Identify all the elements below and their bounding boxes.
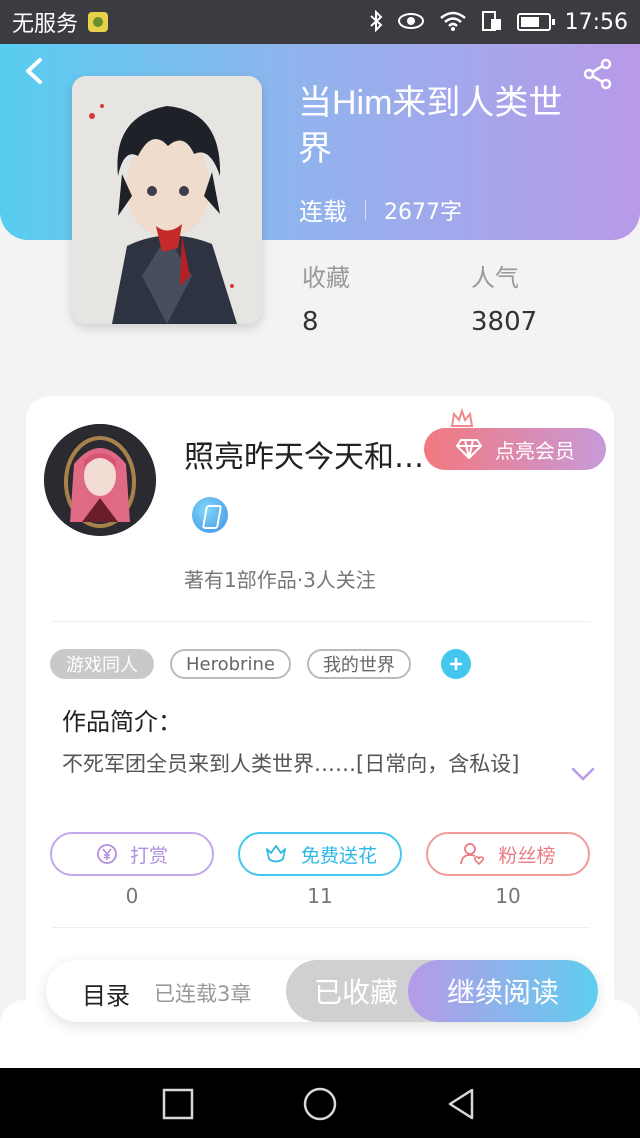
- flower-icon: [266, 845, 286, 863]
- back-button[interactable]: [22, 56, 52, 88]
- book-cover-image[interactable]: [72, 76, 262, 324]
- popularity-label: 人气: [471, 264, 519, 292]
- intro-text[interactable]: 不死军团全员来到人类世界……[日常向，含私设]: [62, 750, 540, 778]
- carrier-text: 无服务: [12, 12, 79, 37]
- reward-count: 0: [125, 884, 139, 908]
- fans-icon: [460, 843, 485, 866]
- vip-member-button[interactable]: 点亮会员: [424, 428, 606, 470]
- bottom-action-bar: 目录 已连载3章 已收藏 继续阅读: [46, 960, 598, 1022]
- toc-button[interactable]: 目录: [82, 976, 130, 1011]
- meta-divider: [365, 199, 366, 220]
- home-icon[interactable]: [302, 1086, 338, 1122]
- add-tag-button[interactable]: [440, 649, 471, 679]
- fans-count: 10: [495, 884, 521, 908]
- book-title: 当Him来到人类世界: [298, 84, 563, 168]
- status-bar: 无服务 17:56: [0, 0, 640, 44]
- favorites-value: 8: [302, 307, 319, 337]
- fans-ranking-button[interactable]: 粉丝榜: [426, 832, 590, 876]
- bluetooth-icon: [369, 9, 383, 35]
- tag-item[interactable]: 游戏同人: [50, 649, 154, 679]
- collected-label: 已收藏: [313, 976, 398, 1009]
- divider: [52, 621, 590, 622]
- send-flower-button[interactable]: 免费送花: [238, 832, 402, 876]
- intro-title: 作品简介：: [62, 708, 182, 736]
- recent-apps-icon[interactable]: [160, 1086, 196, 1122]
- book-meta: 连载 2677字: [299, 192, 462, 227]
- tag-item[interactable]: Herobrine: [170, 649, 291, 679]
- data-icon: [481, 10, 503, 35]
- continue-reading-label: 继续阅读: [446, 976, 559, 1009]
- navigation-bar: [0, 1068, 640, 1138]
- divider: [52, 927, 590, 928]
- author-avatar[interactable]: [44, 424, 156, 536]
- author-level-icon: [192, 497, 228, 533]
- popularity-value: 3807: [471, 307, 538, 337]
- flower-count: 11: [307, 884, 333, 908]
- serial-status: 连载: [299, 198, 347, 226]
- eye-icon: [397, 12, 425, 33]
- popularity-stat: 人气 3807: [471, 258, 537, 337]
- chevron-down-icon[interactable]: [570, 764, 596, 784]
- clock-time: 17:56: [564, 9, 628, 35]
- crown-icon: [450, 408, 474, 427]
- plus-icon: [449, 658, 462, 670]
- back-nav-icon[interactable]: [444, 1086, 480, 1122]
- continue-reading-button[interactable]: 继续阅读: [408, 960, 598, 1022]
- chevron-left-icon: [26, 58, 42, 84]
- diamond-icon: [456, 439, 482, 459]
- author-name[interactable]: 照亮昨天今天和…: [184, 432, 434, 476]
- fans-ranking-label: 粉丝榜: [498, 844, 556, 867]
- reward-button[interactable]: 打赏: [50, 832, 214, 876]
- send-flower-label: 免费送花: [300, 844, 377, 867]
- vip-label: 点亮会员: [495, 438, 575, 463]
- reward-label: 打赏: [129, 844, 168, 867]
- battery-icon: [516, 13, 555, 31]
- wifi-icon: [439, 11, 467, 34]
- tag-item[interactable]: 我的世界: [306, 649, 411, 679]
- yen-icon: [97, 844, 117, 864]
- word-count: 2677字: [384, 199, 462, 225]
- sim-icon: [88, 12, 109, 32]
- tag-list: 游戏同人 Herobrine 我的世界: [50, 649, 471, 679]
- favorites-stat: 收藏 8: [302, 258, 350, 337]
- chapter-count[interactable]: 已连载3章: [154, 978, 251, 1008]
- favorites-label: 收藏: [302, 264, 350, 292]
- author-works-info: 著有1部作品·3人关注: [184, 568, 376, 592]
